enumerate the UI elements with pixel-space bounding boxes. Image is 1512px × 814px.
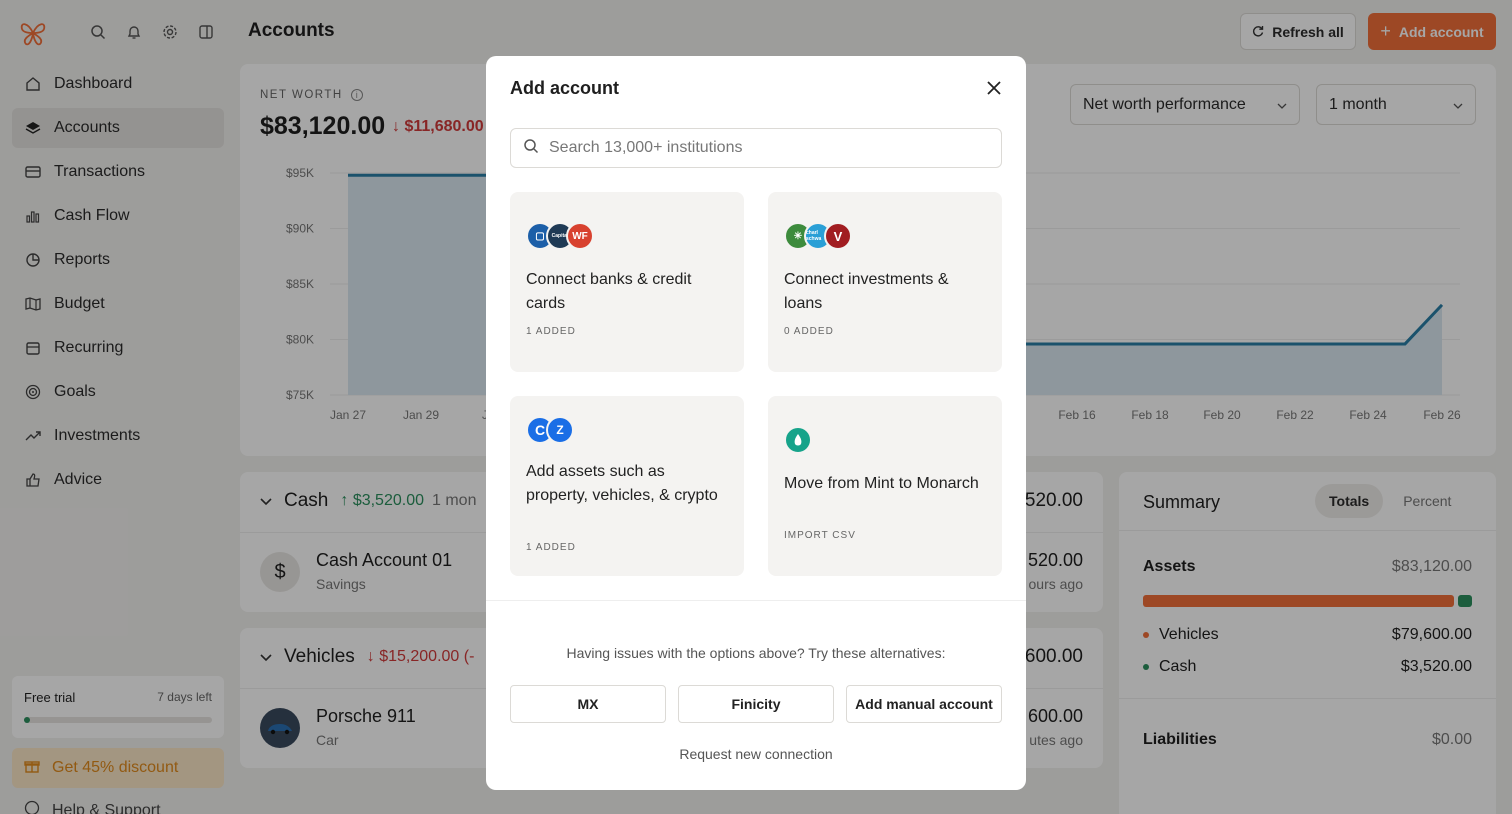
modal-title: Add account <box>510 78 620 98</box>
search-input[interactable] <box>549 139 989 157</box>
finicity-button[interactable]: Finicity <box>678 685 834 723</box>
connect-banks-tile[interactable]: ▢ Capital WF Connect banks & credit card… <box>510 192 744 372</box>
add-manual-account-button[interactable]: Add manual account <box>846 685 1002 723</box>
tile-meta: 1 ADDED <box>526 542 576 553</box>
tile-meta: IMPORT CSV <box>784 530 856 541</box>
mint-logos <box>784 426 812 456</box>
mx-button[interactable]: MX <box>510 685 666 723</box>
mint-logo-icon <box>784 426 812 454</box>
request-new-connection-link[interactable]: Request new connection <box>486 746 1026 762</box>
connect-investments-tile[interactable]: ✳ charl schwa V Connect investments & lo… <box>768 192 1002 372</box>
asset-logos: C Z <box>526 416 574 446</box>
wells-fargo-logo-icon: WF <box>566 222 594 250</box>
tile-meta: 0 ADDED <box>784 326 834 337</box>
investment-logos: ✳ charl schwa V <box>784 222 852 252</box>
add-assets-tile[interactable]: C Z Add assets such as property, vehicle… <box>510 396 744 576</box>
divider <box>486 600 1026 601</box>
search-icon <box>523 138 539 159</box>
tile-title: Connect investments & loans <box>784 271 949 312</box>
v-logo-icon: V <box>824 222 852 250</box>
alternatives-text: Having issues with the options above? Tr… <box>566 645 946 661</box>
tile-title: Connect banks & credit cards <box>526 271 692 312</box>
tile-title: Add assets such as property, vehicles, &… <box>526 463 718 504</box>
close-icon[interactable] <box>982 76 1006 100</box>
tile-meta: 1 ADDED <box>526 326 576 337</box>
institution-search[interactable] <box>510 128 1002 168</box>
zillow-logo-icon: Z <box>546 416 574 444</box>
add-account-modal: Add account ▢ Capital WF Connect banks &… <box>486 56 1026 790</box>
tile-title: Move from Mint to Monarch <box>784 475 979 492</box>
move-from-mint-tile[interactable]: Move from Mint to Monarch IMPORT CSV <box>768 396 1002 576</box>
bank-logos: ▢ Capital WF <box>526 222 594 252</box>
